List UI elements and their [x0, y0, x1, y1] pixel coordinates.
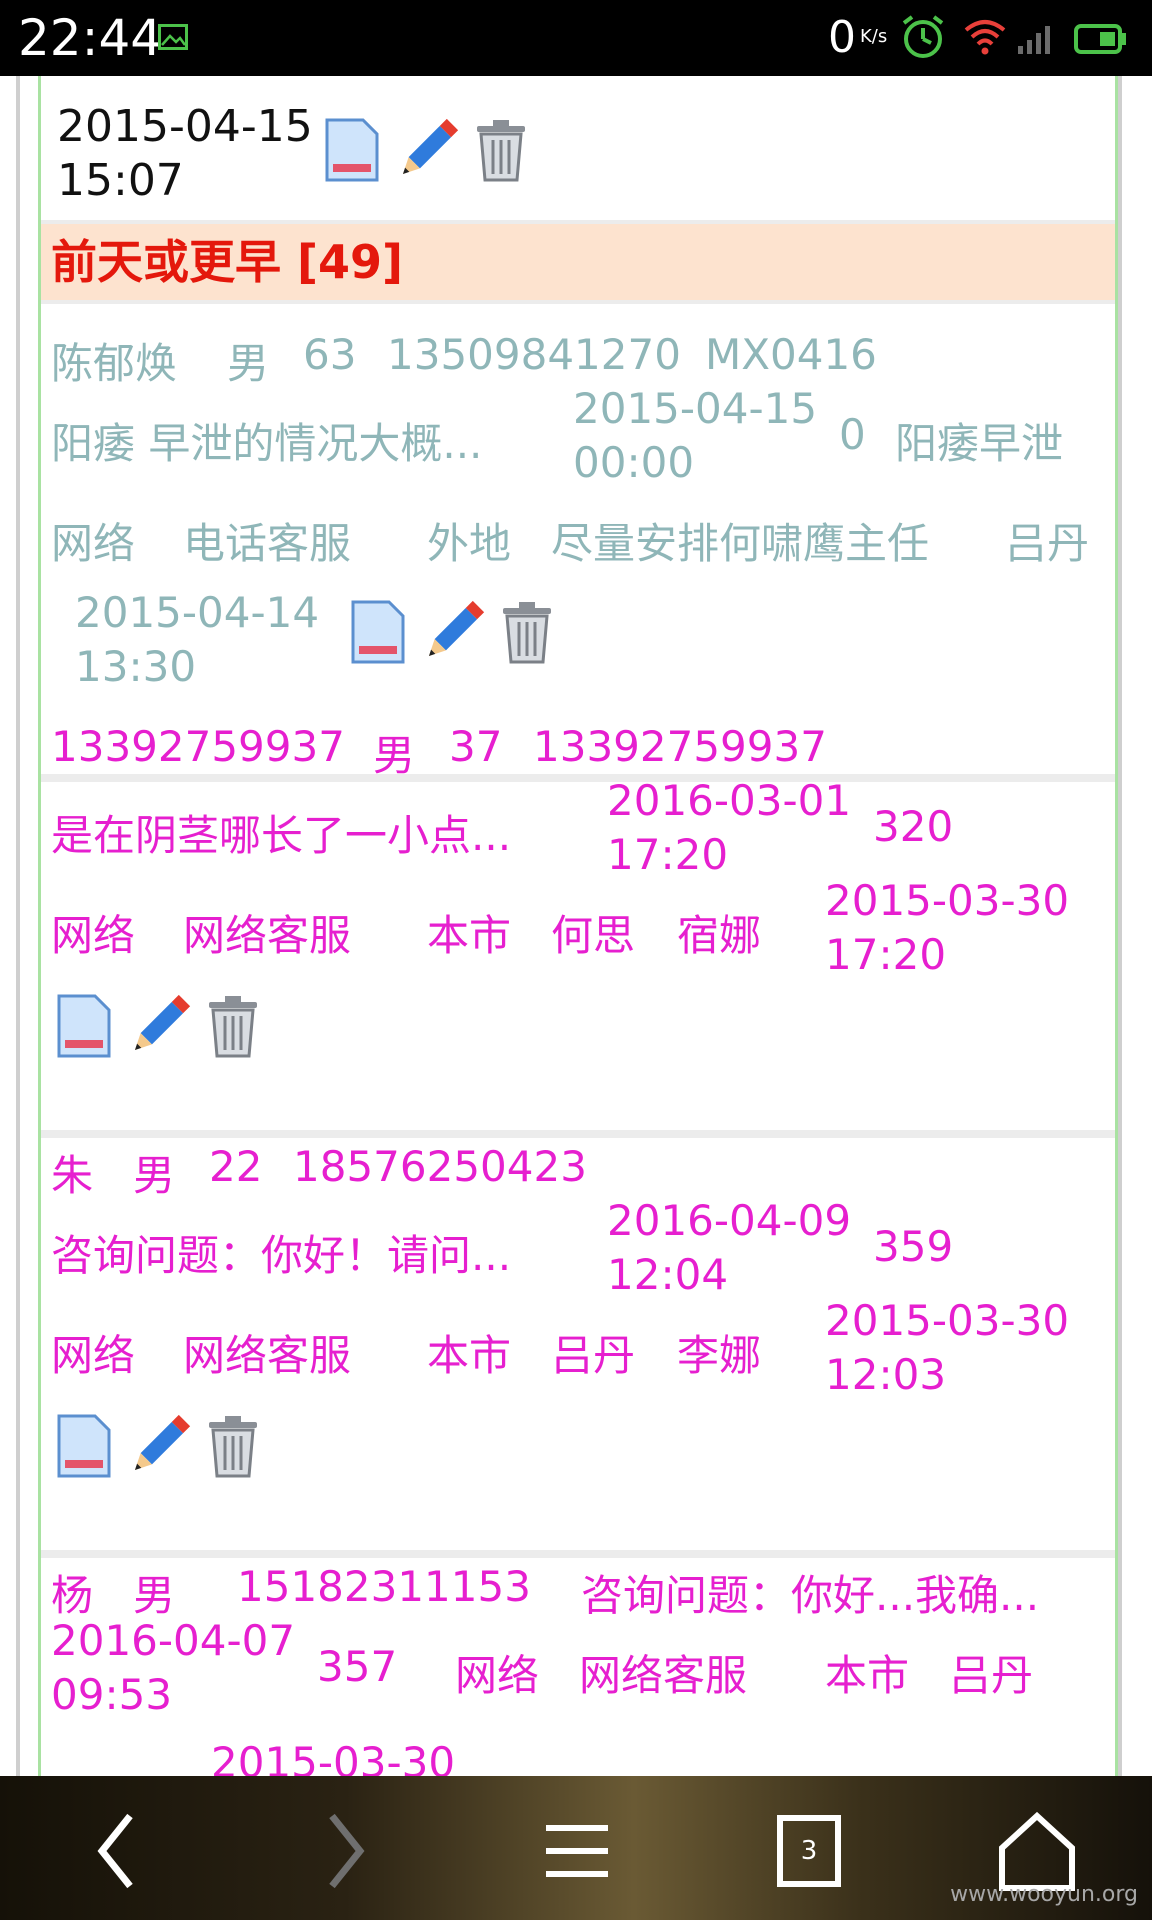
note: 尽量安排何啸鹰主任 [551, 519, 930, 568]
staff: 吕丹 [1005, 519, 1090, 568]
record-actions [53, 1414, 273, 1478]
edit-icon[interactable] [127, 994, 191, 1058]
status-time: 22:44 [18, 9, 163, 67]
wifi-icon [964, 20, 1006, 55]
delete-icon[interactable] [471, 118, 531, 182]
record-actions [53, 994, 273, 1058]
channel: 网络客服 [183, 1331, 352, 1380]
channel: 网络客服 [579, 1651, 748, 1700]
source: 网络 [51, 911, 136, 960]
list-item[interactable]: 13392759937 男 37 13392759937 是在阴茎哪长了一小点.… [41, 710, 1115, 1138]
consult-datetime: 2016-03-01 17:20 [607, 776, 852, 879]
question-summary: 是在阴茎哪长了一小点... [51, 811, 512, 860]
record-datetime: 2015-04-15 15:07 [57, 101, 313, 206]
back-button[interactable] [72, 1806, 162, 1896]
appointment-datetime: 2015-04-14 13:30 [75, 588, 320, 691]
delete-icon[interactable] [497, 600, 557, 664]
delete-icon[interactable] [203, 1414, 263, 1478]
record-code: MX0416 [705, 330, 877, 379]
staff: 李娜 [677, 1331, 762, 1380]
area: 本市 [427, 911, 512, 960]
patient-phone: 13392759937 [533, 722, 827, 771]
patient-age: 63 [303, 330, 357, 379]
area: 本市 [427, 1331, 512, 1380]
patient-gender: 男 [227, 339, 270, 388]
visit-count: 0 [839, 410, 866, 459]
source: 网络 [51, 1331, 136, 1380]
status-bar: 22:44 0 K/s [0, 0, 1152, 76]
record-actions [347, 600, 567, 664]
edit-icon[interactable] [127, 1414, 191, 1478]
consult-datetime: 2016-04-07 09:53 [51, 1616, 296, 1719]
alarm-icon [902, 15, 944, 58]
section-header[interactable]: 前天或更早 [49] [41, 220, 1115, 304]
visit-count: 320 [873, 802, 954, 851]
patient-name: 13392759937 [51, 722, 345, 771]
battery-icon [1074, 24, 1126, 54]
view-icon[interactable] [347, 600, 407, 664]
tab-count: 3 [800, 1836, 818, 1866]
edit-icon[interactable] [421, 600, 485, 664]
delete-icon[interactable] [203, 994, 263, 1058]
consult-datetime: 2015-04-15 00:00 [573, 384, 818, 487]
disease-type: 阳痿早泄 [895, 419, 1064, 468]
list-item[interactable]: 杨 男 15182311153 咨询问题：你好...我确... 2016-04-… [41, 1550, 1115, 1776]
menu-button[interactable] [532, 1806, 622, 1896]
question-summary: 咨询问题：你好！请问... [51, 1231, 512, 1280]
patient-age: 22 [209, 1142, 263, 1191]
channel: 网络客服 [183, 911, 352, 960]
patient-gender: 男 [133, 1151, 176, 1200]
source: 网络 [51, 519, 136, 568]
signal-icon [1018, 26, 1050, 54]
patient-phone: 15182311153 [237, 1562, 531, 1611]
view-icon[interactable] [53, 1414, 113, 1478]
list-item[interactable]: 朱 男 22 18576250423 咨询问题：你好！请问... 2016-04… [41, 1130, 1115, 1558]
patient-gender: 男 [373, 731, 416, 780]
edit-icon[interactable] [395, 118, 459, 182]
question-summary: 咨询问题：你好...我确... [581, 1571, 1040, 1620]
tabs-button[interactable]: 3 [764, 1806, 854, 1896]
patient-phone: 18576250423 [293, 1142, 587, 1191]
channel: 电话客服 [183, 519, 352, 568]
area: 本市 [825, 1651, 910, 1700]
forward-button[interactable] [300, 1806, 390, 1896]
appointment-datetime: 2015-03-30 17:20 [825, 876, 1070, 979]
doctor: 吕丹 [551, 1331, 636, 1380]
forward-icon [329, 1813, 365, 1889]
consult-datetime: 2016-04-09 12:04 [607, 1196, 852, 1299]
appointment-datetime: 2015-03-30 [211, 1738, 456, 1776]
record-list[interactable]: 2015-04-15 15:07 前天或更早 [49] 陈郁焕 男 63 135… [38, 76, 1118, 1776]
appointment-datetime: 2015-03-30 12:03 [825, 1296, 1070, 1399]
area: 外地 [427, 519, 512, 568]
watermark: www.wooyun.org [950, 1882, 1138, 1907]
net-speed-unit: K/s [860, 26, 888, 47]
back-icon [97, 1813, 133, 1889]
patient-age: 37 [449, 722, 503, 771]
question-summary: 阳痿 早泄的情况大概... [51, 419, 483, 468]
net-speed: 0 [828, 12, 856, 63]
visit-count: 359 [873, 1222, 954, 1271]
record-actions [321, 118, 541, 182]
patient-name: 朱 [51, 1151, 94, 1200]
menu-icon [546, 1825, 608, 1877]
staff: 宿娜 [677, 911, 762, 960]
visit-count: 357 [317, 1642, 398, 1691]
doctor: 何思 [551, 911, 636, 960]
view-icon[interactable] [53, 994, 113, 1058]
section-title: 前天或更早 [49] [51, 235, 404, 289]
staff: 吕丹 [949, 1651, 1034, 1700]
patient-name: 陈郁焕 [51, 339, 178, 388]
image-icon [158, 24, 188, 50]
patient-phone: 13509841270 [387, 330, 681, 379]
view-icon[interactable] [321, 118, 381, 182]
source: 网络 [455, 1651, 540, 1700]
